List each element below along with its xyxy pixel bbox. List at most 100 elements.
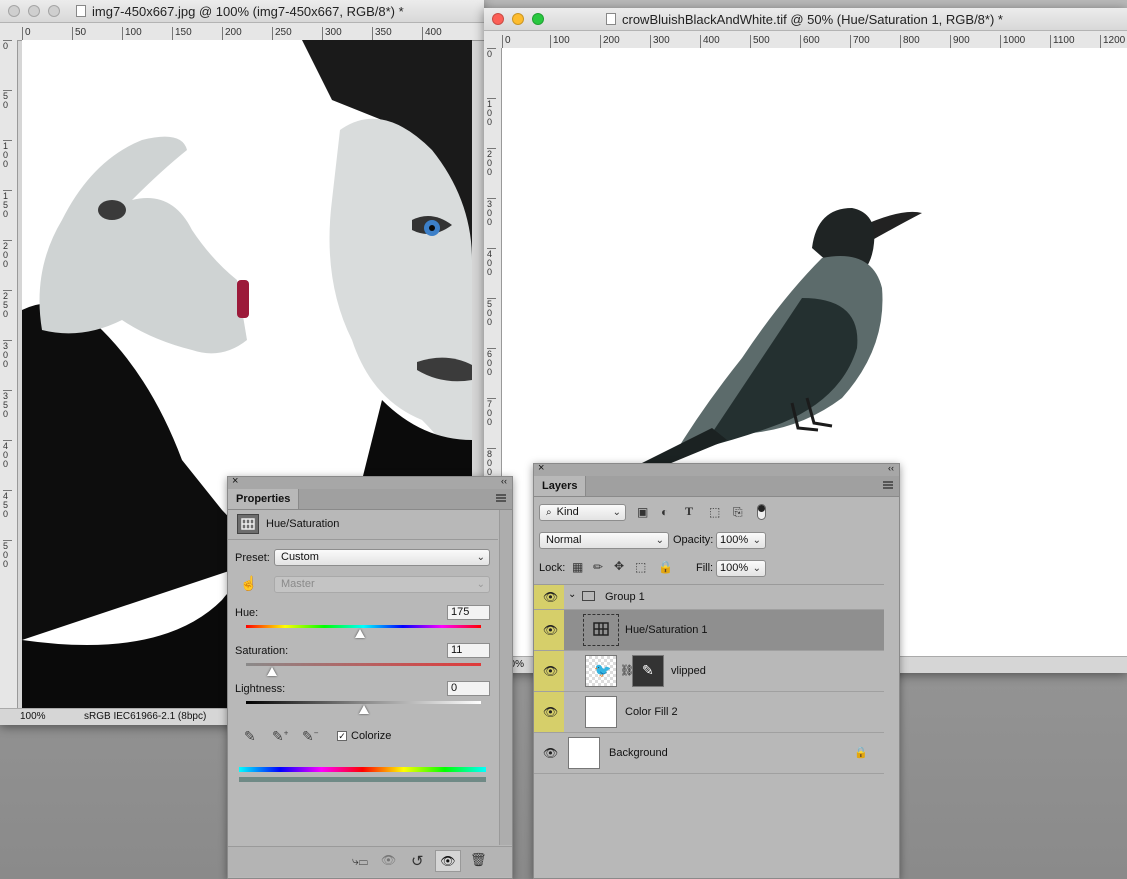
horizontal-ruler[interactable]: 0 100 200 300 400 500 600 700 800 900 10… [484, 31, 1127, 49]
saturation-value-field[interactable]: 11 [447, 643, 490, 658]
ruler-tick: 400 [422, 27, 442, 40]
lock-all-icon[interactable]: 🔒 [658, 560, 673, 574]
window-titlebar[interactable]: img7-450x667.jpg @ 100% (img7-450x667, R… [0, 0, 484, 23]
layer-row-color-fill-2[interactable]: 👁 Color Fill 2 [534, 692, 884, 733]
lock-position-icon[interactable]: ✥ [614, 559, 624, 573]
view-previous-state-icon[interactable]: 👁 [381, 853, 396, 867]
ruler-tick: 100 [550, 35, 570, 48]
minimize-button[interactable] [512, 13, 524, 25]
panel-header-bar[interactable]: × ‹‹ [228, 475, 512, 489]
channel-select[interactable]: Master ⌄ [274, 576, 490, 593]
filter-smart-objects-icon[interactable]: ⎘ [733, 505, 743, 520]
visibility-toggle[interactable]: 👁 [534, 651, 564, 691]
lightness-value-field[interactable]: 0 [447, 681, 490, 696]
eyedropper-subtract-icon[interactable]: ✎− [302, 728, 318, 745]
lightness-label: Lightness: [235, 683, 286, 695]
lock-label: Lock: [539, 562, 566, 574]
ruler-tick: 200 [600, 35, 620, 48]
layer-row-vlipped[interactable]: 👁 🐦 ⛓ ✎ vlipped [534, 651, 884, 692]
color-profile[interactable]: sRGB IEC61966-2.1 (8bpc) [84, 711, 206, 722]
layer-row-hue-saturation-1[interactable]: 👁 Hue/Saturation 1 [534, 610, 884, 651]
lock-artboards-icon[interactable]: ⬚ [635, 560, 646, 574]
zoom-button[interactable] [532, 13, 544, 25]
chevron-down-icon: ⌄ [752, 563, 761, 574]
hue-value-field[interactable]: 175 [447, 605, 490, 620]
minimize-button[interactable] [28, 5, 40, 17]
vertical-ruler[interactable]: 0 50 100 150 200 250 300 350 400 450 500 [0, 40, 18, 708]
eyedropper-icon[interactable]: ✎ [244, 728, 256, 745]
visibility-toggle[interactable]: 👁 [534, 692, 564, 732]
hue-slider-thumb[interactable] [355, 629, 366, 638]
close-panel-icon[interactable]: × [232, 475, 238, 487]
visibility-toggle[interactable]: 👁 [534, 733, 564, 773]
eye-icon: 👁 [543, 664, 559, 678]
trash-icon[interactable]: 🗑 [470, 852, 487, 868]
hue-slider-track[interactable] [246, 625, 481, 628]
lightness-slider-track[interactable] [246, 701, 481, 704]
ruler-tick: 100 [122, 27, 142, 40]
ruler-tick: 150 [172, 27, 192, 40]
visibility-toggle[interactable]: 👁 [534, 585, 564, 609]
chevron-down-icon: ⌄ [476, 552, 485, 563]
layer-row-group-1[interactable]: 👁 ⌄ Group 1 [534, 585, 884, 610]
preset-select[interactable]: Custom ⌄ [274, 549, 490, 566]
document-icon [76, 5, 86, 17]
blend-mode-select[interactable]: Normal ⌄ [539, 532, 669, 549]
lightness-slider-thumb[interactable] [358, 705, 369, 714]
panel-scrollbar[interactable] [499, 510, 512, 845]
layer-name[interactable]: Background [609, 747, 668, 759]
ruler-tick: 200 [487, 148, 496, 177]
visibility-toggle[interactable]: 👁 [534, 610, 564, 650]
layers-panel[interactable]: × ‹‹ Layers ⌕ Kind ⌄ ▣ ◐ T ⬚ ⎘ Normal ⌄ … [533, 462, 900, 879]
lock-image-pixels-icon[interactable]: ✏ [593, 560, 603, 574]
panel-menu-icon[interactable] [883, 481, 893, 489]
layer-name[interactable]: Hue/Saturation 1 [625, 624, 708, 636]
filter-shape-layers-icon[interactable]: ⬚ [709, 505, 720, 519]
colorize-label: Colorize [351, 730, 392, 742]
ruler-tick: 800 [900, 35, 920, 48]
window-titlebar[interactable]: crowBluishBlackAndWhite.tif @ 50% (Hue/S… [484, 8, 1127, 31]
panel-header-bar[interactable]: × ‹‹ [534, 462, 899, 476]
targeted-adjustment-hand-icon[interactable]: ☝ [240, 575, 257, 592]
filter-adjustment-layers-icon[interactable]: ◐ [661, 505, 668, 519]
panel-menu-icon[interactable] [496, 494, 506, 502]
zoom-button[interactable] [48, 5, 60, 17]
saturation-slider-track[interactable] [246, 663, 481, 666]
opacity-field[interactable]: 100% ⌄ [716, 532, 766, 549]
properties-panel[interactable]: × ‹‹ Properties Hue/Saturation Preset: C… [227, 475, 513, 879]
collapse-panel-icon[interactable]: ‹‹ [501, 476, 507, 486]
chevron-down-icon[interactable]: ⌄ [568, 589, 576, 600]
opacity-value: 100% [720, 534, 749, 546]
layer-list[interactable]: 👁 ⌄ Group 1 👁 Hue/Saturation 1 👁 🐦 ⛓ ✎ v… [534, 584, 884, 775]
tab-properties[interactable]: Properties [228, 489, 300, 509]
filter-type-layers-icon[interactable]: T [685, 504, 693, 519]
zoom-level[interactable]: 100% [20, 711, 46, 722]
layer-name[interactable]: Color Fill 2 [625, 706, 678, 718]
hue-saturation-adjustment-icon [237, 514, 259, 534]
ruler-tick: 50 [72, 27, 86, 40]
collapse-panel-icon[interactable]: ‹‹ [888, 463, 894, 473]
chevron-down-icon: ⌄ [476, 579, 485, 590]
close-panel-icon[interactable]: × [538, 462, 544, 474]
ruler-tick: 1000 [1000, 35, 1025, 48]
colorize-checkbox[interactable]: ✓ [337, 731, 347, 741]
toggle-visibility-button[interactable]: 👁 [435, 850, 461, 872]
reset-adjustment-icon[interactable]: ↺ [411, 852, 424, 870]
close-button[interactable] [492, 13, 504, 25]
lock-transparent-pixels-icon[interactable]: ▦ [572, 560, 583, 574]
layer-filter-select[interactable]: ⌕ Kind ⌄ [539, 504, 626, 521]
layer-name[interactable]: Group 1 [605, 591, 645, 603]
filter-pixel-layers-icon[interactable]: ▣ [637, 505, 648, 519]
ruler-tick: 500 [750, 35, 770, 48]
horizontal-ruler[interactable]: 0 50 100 150 200 250 300 350 400 [0, 23, 484, 41]
layer-row-background[interactable]: 👁 Background 🔒 [534, 733, 884, 774]
eyedropper-add-icon[interactable]: ✎+ [272, 728, 288, 745]
saturation-slider-thumb[interactable] [266, 667, 277, 676]
clip-to-layer-icon[interactable]: ⤷▭ [352, 854, 368, 869]
tab-layers[interactable]: Layers [534, 476, 587, 496]
ruler-tick: 300 [487, 198, 496, 227]
close-button[interactable] [8, 5, 20, 17]
filter-toggle-switch[interactable] [757, 504, 766, 520]
fill-field[interactable]: 100% ⌄ [716, 560, 766, 577]
layer-name[interactable]: vlipped [671, 665, 706, 677]
